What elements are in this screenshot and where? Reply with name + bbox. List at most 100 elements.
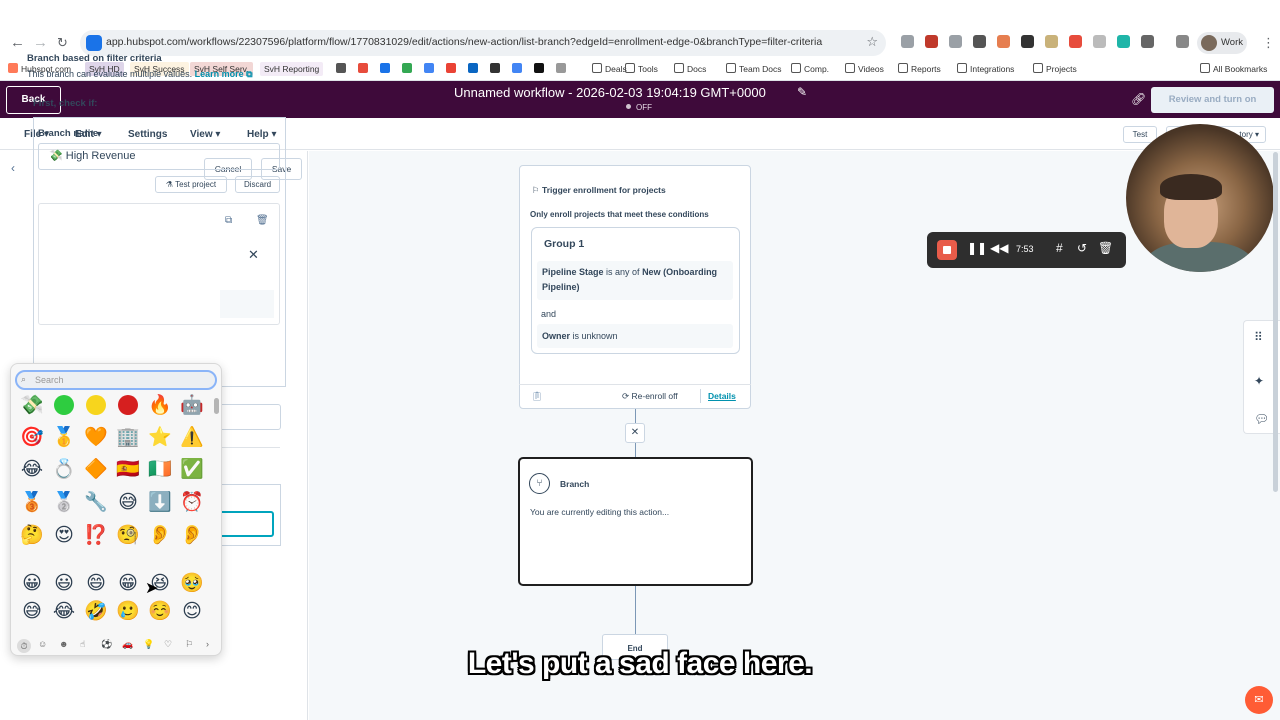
extension-icon[interactable] (997, 35, 1010, 48)
emoji-option[interactable]: 😂 (51, 598, 77, 624)
emoji-option[interactable]: 😍 (51, 522, 77, 548)
emoji-option[interactable]: 💸 (19, 392, 45, 418)
reading-list-icon[interactable] (1176, 35, 1189, 48)
remove-connector-button[interactable]: ✕ (625, 423, 645, 443)
trash-icon[interactable]: 🗑︎ (256, 215, 269, 226)
workflow-canvas[interactable] (309, 151, 1280, 720)
reenroll-status[interactable]: ⟳ Re-enroll off (622, 391, 678, 402)
learn-more-link[interactable]: Learn more ⧉ (195, 69, 253, 79)
emoji-category-tab[interactable]: 🚗 (122, 639, 133, 650)
emoji-option[interactable] (115, 392, 141, 418)
bookmark-icon[interactable] (336, 62, 349, 76)
emoji-category-tab[interactable]: ⏱ (17, 639, 31, 653)
copy-icon[interactable]: ⧉ (225, 215, 232, 226)
bookmark-icon[interactable] (358, 62, 371, 76)
emoji-option[interactable]: 🇪🇸 (115, 456, 141, 482)
chat-icon[interactable]: 💬︎ (1254, 412, 1269, 426)
emoji-option[interactable]: 😅 (115, 489, 141, 515)
emoji-option[interactable]: 🥇 (51, 424, 77, 450)
bookmark-item[interactable]: Videos (845, 62, 884, 76)
bookmark-item[interactable]: Tools (625, 62, 658, 76)
emoji-option[interactable]: 😀 (19, 570, 45, 596)
filter-row[interactable] (220, 290, 274, 318)
emoji-option[interactable]: 🥉 (19, 489, 45, 515)
bookmark-icon[interactable] (512, 62, 525, 76)
emoji-option[interactable]: ⁉️ (83, 522, 109, 548)
bookmark-item[interactable]: All Bookmarks (1200, 62, 1267, 76)
bookmark-item[interactable]: Comp. (791, 62, 829, 76)
extension-icon[interactable] (1021, 35, 1034, 48)
emoji-option[interactable]: ⏰ (179, 489, 205, 515)
emoji-option[interactable] (83, 392, 109, 418)
emoji-category-tab[interactable]: ☺ (38, 639, 47, 649)
reload-icon[interactable]: ↻ (57, 35, 68, 51)
emoji-option[interactable]: 🔶 (83, 456, 109, 482)
rewind-icon[interactable]: ◀◀ (990, 241, 1008, 255)
emoji-option[interactable]: 🇮🇪 (147, 456, 173, 482)
emoji-option[interactable]: 🧡 (83, 424, 109, 450)
emoji-option[interactable]: 🥲 (115, 598, 141, 624)
bookmark-item[interactable]: Team Docs (726, 62, 782, 76)
emoji-option[interactable]: 😁 (115, 570, 141, 596)
bookmark-icon[interactable] (446, 62, 459, 76)
extension-icon[interactable] (973, 35, 986, 48)
emoji-option[interactable]: 👂 (147, 522, 173, 548)
emoji-option[interactable]: ⭐ (147, 424, 173, 450)
grid-icon[interactable]: # (1056, 241, 1063, 255)
emoji-scrollbar[interactable] (214, 398, 219, 414)
emoji-option[interactable]: 😄 (83, 570, 109, 596)
bookmark-icon[interactable] (556, 62, 569, 76)
apps-grid-icon[interactable]: ⠿ (1254, 330, 1263, 344)
emoji-option[interactable] (51, 392, 77, 418)
extension-icon[interactable] (949, 35, 962, 48)
emoji-option[interactable]: 🏢 (115, 424, 141, 450)
emoji-category-tab[interactable]: ⚽ (101, 639, 112, 650)
branch-name-input[interactable]: 💸 High Revenue (38, 143, 280, 170)
emoji-option[interactable]: 🎯 (19, 424, 45, 450)
details-link[interactable]: Details (708, 391, 736, 401)
emoji-option[interactable]: 🤣 (83, 598, 109, 624)
bookmark-item[interactable]: Deals (592, 62, 627, 76)
emoji-option[interactable]: 😃 (51, 570, 77, 596)
canvas-scrollbar[interactable] (1273, 152, 1278, 492)
emoji-option[interactable]: 🔥 (147, 392, 173, 418)
bookmark-item[interactable]: Projects (1033, 62, 1077, 76)
bookmark-icon[interactable] (380, 62, 393, 76)
emoji-category-tab[interactable]: ☝ (80, 639, 85, 650)
edit-pencil-icon[interactable]: ✎ (797, 85, 807, 99)
emoji-option[interactable]: 🤔 (19, 522, 45, 548)
bookmark-item[interactable]: Reports (898, 62, 941, 76)
emoji-option[interactable]: 🥈 (51, 489, 77, 515)
browser-menu-icon[interactable]: ⋮ (1262, 35, 1275, 51)
bookmark-icon[interactable] (490, 62, 503, 76)
branch-name-input-2[interactable] (218, 404, 281, 430)
emoji-option[interactable]: 🥹 (179, 570, 205, 596)
pause-icon[interactable]: ❚❚ (967, 241, 987, 255)
bookmark-icon[interactable] (468, 62, 481, 76)
emoji-option[interactable]: 😅 (19, 598, 45, 624)
profile-button[interactable]: Work (1197, 32, 1247, 54)
delete-recording-icon[interactable]: 🗑︎ (1098, 241, 1113, 255)
extension-icon[interactable] (1069, 35, 1082, 48)
emoji-option[interactable]: 😂 (19, 456, 45, 482)
emoji-option[interactable]: ☺️ (147, 598, 173, 624)
bookmark-item[interactable]: SvH Reporting (260, 62, 324, 76)
back-arrow-icon[interactable]: ← (10, 34, 25, 51)
forward-arrow-icon[interactable]: → (33, 34, 48, 51)
extension-icon[interactable] (1117, 35, 1130, 48)
clipboard-icon[interactable]: 📋︎ (531, 391, 542, 402)
bookmark-item[interactable]: Docs (674, 62, 706, 76)
discard-button[interactable]: Discard (235, 176, 280, 193)
extension-icon[interactable] (1093, 35, 1106, 48)
emoji-option[interactable]: 👂 (179, 522, 205, 548)
extension-icon[interactable] (925, 35, 938, 48)
address-bar[interactable]: app.hubspot.com/workflows/22307596/platf… (80, 30, 886, 56)
emoji-category-tab[interactable]: 💡 (143, 639, 154, 650)
restart-icon[interactable]: ↺ (1077, 241, 1087, 255)
emoji-option[interactable]: 😊 (179, 598, 205, 624)
emoji-option[interactable]: ⚠️ (179, 424, 205, 450)
emoji-option[interactable]: ⬇️ (147, 489, 173, 515)
emoji-category-tab[interactable]: ⚐ (185, 639, 193, 650)
stop-recording-button[interactable] (937, 240, 957, 260)
sparkle-icon[interactable]: ✦ (1254, 374, 1264, 388)
